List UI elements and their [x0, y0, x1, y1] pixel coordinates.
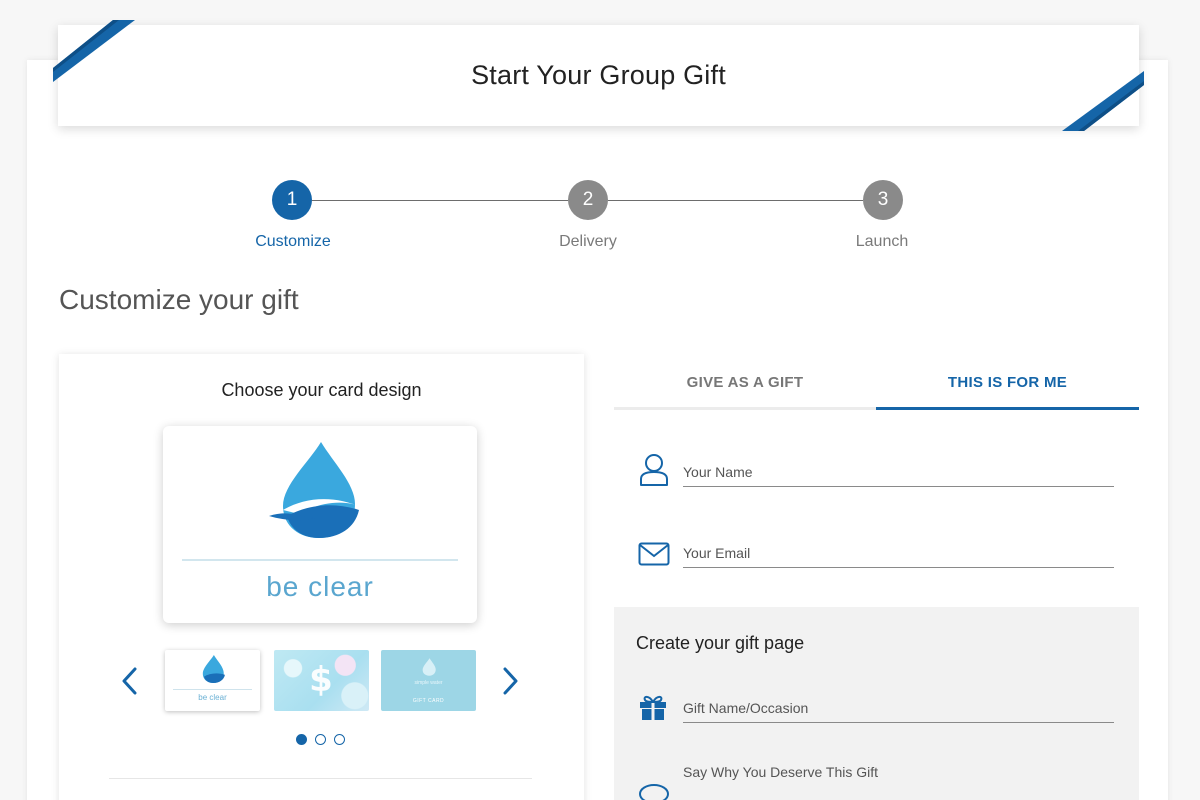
envelope-icon	[638, 542, 670, 566]
page-title: Start Your Group Gift	[471, 60, 726, 90]
card-design-panel: Choose your card design be clear be clea…	[59, 354, 584, 800]
chevron-left-icon[interactable]	[119, 666, 141, 696]
user-icon	[640, 454, 668, 486]
step-connector-1-2	[312, 200, 568, 201]
step-2-label: Delivery	[559, 233, 617, 250]
tab-give-as-gift[interactable]: GIVE AS A GIFT	[614, 360, 876, 410]
thumbnail-gift-card-label: GIFT CARD	[412, 698, 445, 704]
design-thumbnail-dollar[interactable]: $	[274, 650, 369, 711]
pagination-dot-2[interactable]	[315, 734, 326, 745]
card-preview-tagline: be clear	[266, 571, 374, 602]
water-drop-logo-icon	[269, 442, 363, 538]
water-drop-thumbnail-icon	[202, 655, 225, 683]
email-input[interactable]	[683, 544, 1114, 568]
step-2-circle[interactable]: 2	[568, 180, 608, 220]
thumbnail-divider	[173, 689, 252, 690]
gift-page-title: Create your gift page	[636, 633, 805, 653]
title-card: Start Your Group Gift	[58, 25, 1139, 126]
email-field-group	[638, 534, 1118, 574]
card-design-heading: Choose your card design	[221, 380, 422, 400]
ribbon-top-left-decoration	[53, 20, 135, 82]
pagination-dot-1[interactable]	[296, 734, 307, 745]
card-preview-divider	[182, 559, 458, 561]
carousel-pagination	[296, 734, 345, 745]
name-field-group	[638, 453, 1118, 493]
step-connector-2-3	[608, 200, 863, 201]
reason-field-group	[638, 759, 1118, 800]
thumbnail-brand-text: simple water	[414, 680, 443, 686]
occasion-input[interactable]	[683, 699, 1114, 723]
panel-divider	[109, 778, 532, 779]
gift-page-section: Create your gift page	[614, 607, 1139, 800]
recipient-tabs: GIVE AS A GIFT THIS IS FOR ME	[614, 360, 1139, 410]
gift-icon	[640, 695, 666, 720]
name-input[interactable]	[683, 463, 1114, 487]
thumbnail-text: be clear	[198, 693, 227, 702]
chevron-right-icon[interactable]	[499, 666, 521, 696]
step-3-circle[interactable]: 3	[863, 180, 903, 220]
dollar-icon: $	[309, 660, 333, 700]
occasion-field-group	[638, 693, 1118, 733]
section-title: Customize your gift	[59, 284, 299, 315]
water-drop-faded-icon	[422, 658, 436, 676]
design-thumbnail-be-clear[interactable]: be clear	[165, 650, 260, 711]
card-preview: be clear	[163, 426, 477, 623]
reason-input[interactable]	[683, 763, 1114, 787]
design-thumbnail-gift-card[interactable]: simple water GIFT CARD	[381, 650, 476, 711]
pagination-dot-3[interactable]	[334, 734, 345, 745]
ribbon-bottom-right-decoration	[1062, 71, 1144, 131]
speech-bubble-icon	[639, 784, 669, 800]
tab-this-is-for-me[interactable]: THIS IS FOR ME	[876, 360, 1139, 410]
step-3-label: Launch	[855, 233, 909, 250]
step-1-circle[interactable]: 1	[272, 180, 312, 220]
step-1-label: Customize	[255, 233, 331, 250]
